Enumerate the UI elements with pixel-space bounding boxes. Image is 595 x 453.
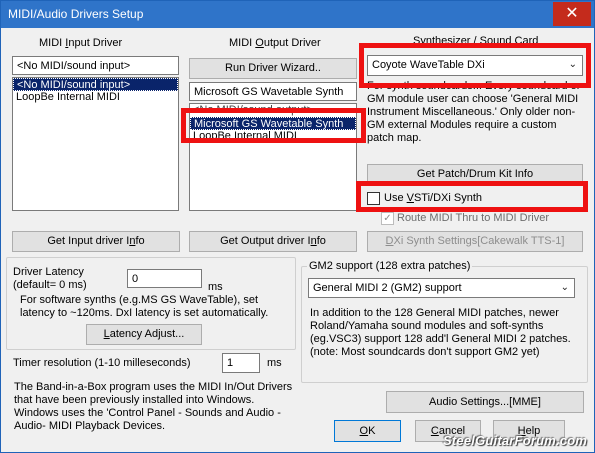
highlight-vsti-checkbox (356, 181, 588, 212)
audio-settings-button[interactable]: Audio Settings...[MME] (386, 391, 584, 413)
midi-input-header: MIDI Input Driver (39, 37, 123, 49)
watermark: SteelGuitarForum.com (443, 433, 588, 448)
gm2-select[interactable]: General MIDI 2 (GM2) support ⌄ (308, 278, 575, 298)
title-bar[interactable]: MIDI/Audio Drivers Setup ✕ (1, 1, 594, 28)
midi-input-current-field[interactable]: <No MIDI/sound input> (12, 56, 179, 75)
get-input-driver-info-button[interactable]: Get Input driver Info (12, 231, 180, 252)
highlight-synth-select (359, 43, 591, 88)
drivers-setup-dialog: MIDI/Audio Drivers Setup ✕ MIDI Input Dr… (0, 0, 595, 453)
gm2-selected-value: General MIDI 2 (GM2) support (313, 282, 462, 294)
gm2-description: In addition to the 128 General MIDI patc… (310, 307, 571, 358)
chevron-down-icon: ⌄ (560, 282, 569, 293)
close-icon: ✕ (565, 5, 579, 22)
latency-adjust-button[interactable]: Latency Adjust... (86, 324, 202, 345)
timer-resolution-input[interactable]: 1 (222, 353, 260, 373)
highlight-midi-output-item (181, 108, 366, 143)
midi-input-list[interactable]: <No MIDI/sound input> LoopBe Internal MI… (12, 77, 179, 211)
gm2-group-label: GM2 support (128 extra patches) (307, 260, 473, 272)
latency-label-line2: (default= 0 ms) (13, 279, 87, 291)
route-midi-thru-checkbox[interactable]: ✓ (381, 212, 394, 225)
close-button[interactable]: ✕ (553, 2, 591, 26)
run-driver-wizard-button[interactable]: Run Driver Wizard.. (189, 58, 357, 79)
check-icon: ✓ (383, 213, 392, 224)
latency-unit: ms (208, 281, 223, 293)
route-midi-thru-label: Route MIDI Thru to MIDI Driver (397, 212, 549, 224)
latency-label-line1: Driver Latency (13, 266, 84, 278)
midi-input-item-0[interactable]: <No MIDI/sound input> (13, 78, 178, 91)
latency-input[interactable]: 0 (127, 269, 202, 288)
midi-output-current-field[interactable]: Microsoft GS Wavetable Synth (189, 82, 357, 101)
midi-input-item-1[interactable]: LoopBe Internal MIDI (13, 91, 178, 104)
window-title: MIDI/Audio Drivers Setup (8, 7, 144, 21)
synth-description: For synth soundcards... Every soundcard … (367, 80, 581, 144)
drivers-info-text: The Band-in-a-Box program uses the MIDI … (14, 381, 293, 432)
timer-resolution-unit: ms (267, 357, 282, 369)
midi-output-header: MIDI Output Driver (229, 37, 321, 49)
get-output-driver-info-button[interactable]: Get Output driver Info (189, 231, 357, 252)
dxi-synth-settings-button[interactable]: DXi Synth Settings[Cakewalk TTS-1] (367, 231, 583, 252)
ok-button[interactable]: OK (334, 420, 401, 442)
timer-resolution-label: Timer resolution (1-10 milleseconds) (13, 357, 191, 369)
latency-note: For software synths (e.g.MS GS WaveTable… (20, 294, 269, 319)
